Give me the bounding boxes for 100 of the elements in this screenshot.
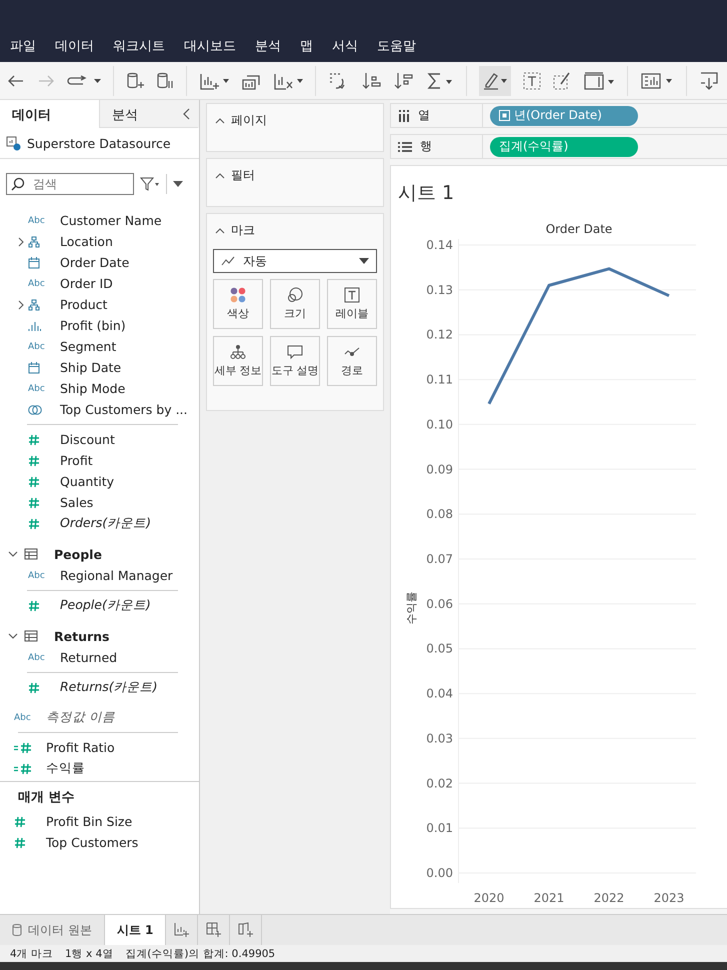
mark-type-select[interactable]: 자동 <box>213 249 377 273</box>
filter-icon[interactable] <box>140 177 160 191</box>
new-story-icon[interactable] <box>238 922 254 938</box>
parameter-name[interactable]: Top Customers <box>46 835 138 850</box>
axis-tick-label: 2022 <box>594 891 624 905</box>
field-name[interactable]: Customer Name <box>60 213 162 228</box>
database-icon <box>12 924 22 936</box>
chevron-icon[interactable] <box>8 550 18 558</box>
tree-icon <box>230 344 246 360</box>
field-name[interactable]: Sales <box>60 495 94 510</box>
mark-property-button[interactable]: 레이블 <box>327 279 377 329</box>
download-icon[interactable] <box>699 70 719 90</box>
mark-property-button[interactable]: 도구 설명 <box>270 336 320 386</box>
datasource-name[interactable]: Superstore Datasource <box>27 136 171 150</box>
field-name[interactable]: Profit (bin) <box>60 318 126 333</box>
chart-title: Order Date <box>546 222 612 236</box>
table-name[interactable]: People <box>54 546 102 562</box>
menu-item[interactable]: 분석 <box>249 37 287 55</box>
hierarchy-icon <box>28 298 40 310</box>
table-name[interactable]: Returns <box>54 628 110 644</box>
menu-item[interactable]: 파일 <box>4 37 42 55</box>
sum-icon[interactable] <box>426 70 454 90</box>
hash-icon <box>14 836 26 848</box>
new-dashboard-icon[interactable] <box>206 922 222 938</box>
axis-tick-label: 0.07 <box>426 552 453 566</box>
calendar-icon <box>28 362 40 374</box>
show-me-icon[interactable] <box>640 72 674 90</box>
field-name[interactable]: Returns(카운트) <box>60 679 158 696</box>
sort-descending-icon[interactable] <box>394 70 414 90</box>
axis-tick-label: 2021 <box>534 891 564 905</box>
search-field[interactable]: 검색 <box>6 173 134 195</box>
field-name[interactable]: Profit Ratio <box>46 740 115 755</box>
format-icon[interactable] <box>553 72 571 90</box>
new-sheet-icon[interactable] <box>174 922 190 938</box>
field-name[interactable]: Ship Mode <box>60 381 126 396</box>
field-name[interactable]: Returned <box>60 650 118 665</box>
mark-property-button[interactable]: 크기 <box>270 279 320 329</box>
menu-item[interactable]: 맵 <box>294 37 319 55</box>
highlight-button[interactable] <box>479 66 511 96</box>
menu-item[interactable]: 도움말 <box>371 37 422 55</box>
field-name[interactable]: Order Date <box>60 255 130 270</box>
status-text: 집계(수익률)의 합계: 0.49905 <box>125 946 276 960</box>
field-name[interactable]: Regional Manager <box>60 568 173 583</box>
sheet-title: 시트 1 <box>397 181 456 206</box>
string-type-icon: Abc <box>14 712 31 722</box>
axis-tick-label: 0.08 <box>426 507 453 522</box>
card-title: 필터 <box>231 167 255 184</box>
sort-ascending-icon[interactable] <box>362 70 382 90</box>
collapse-icon[interactable] <box>215 228 225 234</box>
menu-item[interactable]: 서식 <box>326 37 364 55</box>
field-name[interactable]: Product <box>60 297 108 312</box>
axis-tick-label: 0.09 <box>426 462 453 476</box>
collapse-icon[interactable] <box>215 172 225 178</box>
field-name[interactable]: Segment <box>60 339 116 354</box>
field-name[interactable]: Location <box>60 234 113 249</box>
chevron-icon[interactable] <box>18 300 24 310</box>
pause-datasource-icon[interactable] <box>156 70 174 90</box>
field-name[interactable]: Quantity <box>60 474 114 489</box>
square-icon <box>499 110 510 121</box>
parameter-name[interactable]: Profit Bin Size <box>46 814 132 829</box>
text-box-icon[interactable] <box>523 72 541 90</box>
panel-tab[interactable]: 데이터 <box>0 100 99 128</box>
new-datasource-icon[interactable] <box>126 70 144 90</box>
datasource-icon <box>5 135 21 151</box>
menu-item[interactable]: 워크시트 <box>107 37 171 55</box>
field-name[interactable]: Profit <box>60 453 93 468</box>
back-icon[interactable] <box>7 74 25 88</box>
field-name[interactable]: Orders(카운트) <box>60 515 152 532</box>
menu-item[interactable]: 대시보드 <box>178 37 242 55</box>
calculated-hash-icon <box>14 742 32 754</box>
field-name[interactable]: People(카운트) <box>60 597 151 614</box>
field-name[interactable]: Order ID <box>60 276 113 291</box>
field-name[interactable]: Discount <box>60 432 115 447</box>
field-name[interactable]: 측정값 이름 <box>46 709 115 726</box>
panel-tab[interactable]: 분석 <box>99 100 198 128</box>
axis-tick-label: 0.11 <box>426 372 453 387</box>
axis-tick-label: 0.14 <box>426 238 453 252</box>
mark-property-button[interactable]: 색상 <box>213 279 263 329</box>
set-icon <box>28 404 42 416</box>
rows-icon <box>398 140 412 152</box>
field-name[interactable]: 수익률 <box>46 760 85 777</box>
mark-property-button[interactable]: 경로 <box>327 336 377 386</box>
table-icon <box>24 630 38 642</box>
axis-tick-label: 0.13 <box>426 282 453 297</box>
field-name[interactable]: Ship Date <box>60 360 122 375</box>
string-type-icon: Abc <box>28 652 45 662</box>
collapse-icon[interactable] <box>183 108 191 120</box>
dropdown-icon[interactable] <box>173 181 183 187</box>
sheet-tab[interactable]: 시트 1 <box>104 915 166 945</box>
chevron-icon[interactable] <box>18 236 24 246</box>
hash-icon <box>28 518 40 530</box>
axis-tick-label: 0.00 <box>426 866 453 880</box>
mark-property-button[interactable]: 세부 정보 <box>213 336 263 386</box>
redo-icon[interactable] <box>67 74 101 88</box>
collapse-icon[interactable] <box>215 118 225 124</box>
field-name[interactable]: Top Customers by ... <box>60 402 188 417</box>
menu-item[interactable]: 데이터 <box>49 37 100 55</box>
fit-icon[interactable] <box>583 70 615 90</box>
chevron-icon[interactable] <box>8 632 18 640</box>
shelf-label: 열 <box>418 107 430 124</box>
